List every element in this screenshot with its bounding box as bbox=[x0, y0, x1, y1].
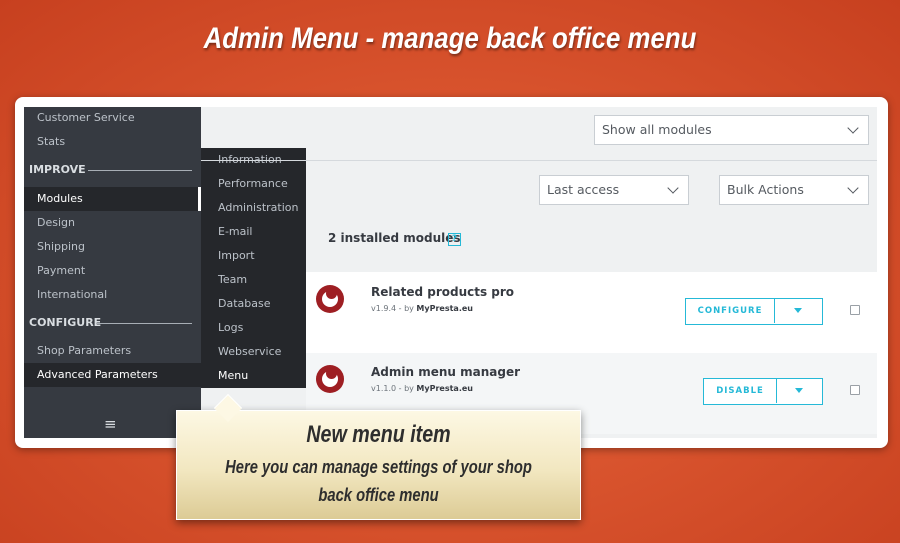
sidebar-item-advanced-parameters[interactable]: Advanced Parameters bbox=[24, 363, 201, 387]
module-logo-icon bbox=[316, 365, 344, 393]
submenu-item-webservice[interactable]: Webservice bbox=[201, 340, 306, 364]
section-divider bbox=[97, 323, 192, 324]
admin-screen: Customer Service Stats IMPROVE Modules D… bbox=[24, 107, 877, 438]
caret-down-icon bbox=[795, 388, 803, 393]
callout-text-line: back office menu bbox=[318, 485, 439, 505]
installed-modules-count: 2 installed modules bbox=[328, 231, 461, 245]
submenu-item-logs[interactable]: Logs bbox=[201, 316, 306, 340]
chevron-down-icon bbox=[847, 122, 859, 134]
module-author: MyPresta.eu bbox=[416, 384, 473, 393]
submenu-item-team[interactable]: Team bbox=[201, 268, 306, 292]
section-divider bbox=[88, 170, 192, 171]
sidebar-item-stats[interactable]: Stats bbox=[24, 130, 201, 154]
sidebar-item-international[interactable]: International bbox=[24, 283, 201, 307]
sidebar-item-design[interactable]: Design bbox=[24, 211, 201, 235]
select-value: Show all modules bbox=[602, 122, 712, 137]
section-label: IMPROVE bbox=[29, 163, 86, 176]
submenu-item-email[interactable]: E-mail bbox=[201, 220, 306, 244]
submenu-item-database[interactable]: Database bbox=[201, 292, 306, 316]
module-checkbox[interactable] bbox=[850, 385, 860, 395]
sidebar-item-payment[interactable]: Payment bbox=[24, 259, 201, 283]
module-name: Related products pro bbox=[371, 285, 515, 299]
module-version: v1.9.4 - by bbox=[371, 304, 417, 313]
callout-title: New menu item bbox=[306, 421, 451, 448]
submenu-item-administration[interactable]: Administration bbox=[201, 196, 306, 220]
select-value: Bulk Actions bbox=[727, 182, 804, 197]
module-meta: v1.1.0 - by MyPresta.eu bbox=[371, 384, 473, 393]
module-action-group: DISABLE bbox=[703, 378, 823, 405]
chevron-down-icon bbox=[847, 182, 859, 194]
caret-down-icon bbox=[794, 308, 802, 313]
section-label: CONFIGURE bbox=[29, 316, 102, 329]
configure-button[interactable]: CONFIGURE bbox=[686, 299, 774, 323]
sidebar-item-shop-parameters[interactable]: Shop Parameters bbox=[24, 339, 201, 363]
module-checkbox[interactable] bbox=[850, 305, 860, 315]
sidebar: Customer Service Stats IMPROVE Modules D… bbox=[24, 107, 201, 438]
sidebar-section-configure: CONFIGURE bbox=[24, 311, 201, 335]
submenu-item-menu[interactable]: Menu bbox=[201, 364, 306, 388]
disable-button[interactable]: DISABLE bbox=[704, 379, 776, 403]
help-icon[interactable]: ? bbox=[448, 233, 461, 246]
hamburger-icon[interactable]: ≡ bbox=[104, 415, 117, 433]
sidebar-section-improve: IMPROVE bbox=[24, 158, 201, 182]
select-value: Last access bbox=[547, 182, 620, 197]
callout-box: New menu item Here you can manage settin… bbox=[176, 410, 581, 520]
module-name: Admin menu manager bbox=[371, 365, 521, 379]
action-dropdown-button[interactable] bbox=[776, 379, 821, 403]
chevron-down-icon bbox=[667, 182, 679, 194]
module-logo-icon bbox=[316, 285, 344, 313]
submenu-item-import[interactable]: Import bbox=[201, 244, 306, 268]
sidebar-item-modules[interactable]: Modules bbox=[24, 187, 201, 211]
sidebar-item-shipping[interactable]: Shipping bbox=[24, 235, 201, 259]
module-meta: v1.9.4 - by MyPresta.eu bbox=[371, 304, 473, 313]
page-headline: Admin Menu - manage back office menu bbox=[203, 22, 697, 55]
sidebar-item-customer-service[interactable]: Customer Service bbox=[24, 107, 201, 130]
bulk-actions-select[interactable]: Bulk Actions bbox=[719, 175, 869, 205]
action-dropdown-button[interactable] bbox=[774, 299, 821, 323]
header-divider bbox=[201, 160, 877, 161]
module-row: Related products pro v1.9.4 - by MyPrest… bbox=[306, 272, 877, 353]
module-author: MyPresta.eu bbox=[416, 304, 473, 313]
module-version: v1.1.0 - by bbox=[371, 384, 417, 393]
callout-text-line: Here you can manage settings of your sho… bbox=[225, 457, 532, 477]
submenu-item-performance[interactable]: Performance bbox=[201, 172, 306, 196]
show-modules-select[interactable]: Show all modules bbox=[594, 115, 869, 145]
sort-select[interactable]: Last access bbox=[539, 175, 689, 205]
advanced-parameters-submenu: Information Performance Administration E… bbox=[201, 148, 306, 388]
module-action-group: CONFIGURE bbox=[685, 298, 823, 325]
